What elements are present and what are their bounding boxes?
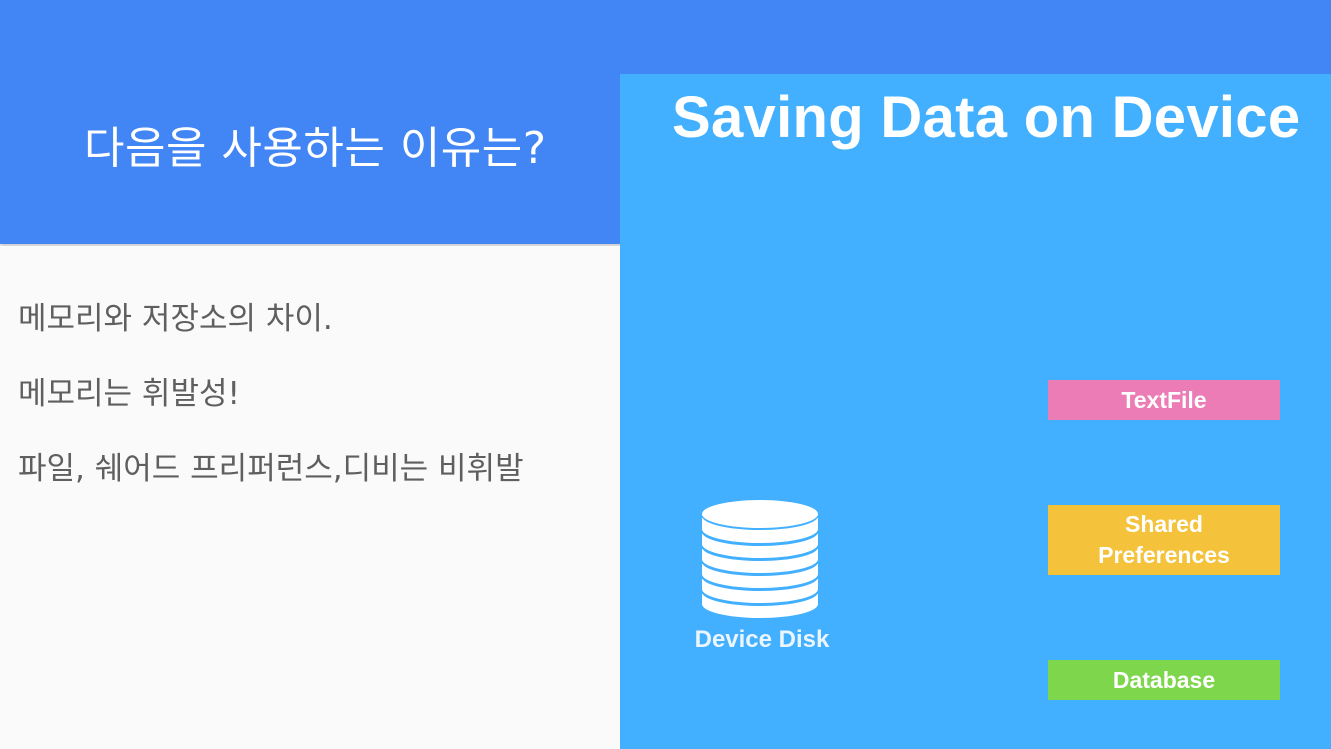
- storage-shared-preferences-label: Shared Preferences: [1098, 511, 1230, 568]
- storage-shared-preferences: Shared Preferences: [1048, 505, 1280, 575]
- bullet-memory-volatile: 메모리는 휘발성!: [18, 376, 240, 412]
- storage-textfile: TextFile: [1048, 380, 1280, 420]
- storage-database-label: Database: [1112, 666, 1216, 693]
- saving-data-illustration: Saving Data on Device Device Disk TextFi…: [620, 74, 1331, 749]
- storage-textfile-label: TextFile: [1121, 386, 1207, 413]
- storage-database: Database: [1048, 660, 1280, 700]
- bullet-nonvolatile-storage: 파일, 쉐어드 프리퍼런스,디비는 비휘발: [18, 451, 524, 487]
- database-icon: [702, 500, 818, 618]
- bullet-memory-vs-storage: 메모리와 저장소의 차이.: [18, 301, 333, 337]
- slide-title: 다음을 사용하는 이유는?: [84, 123, 547, 174]
- illustration-title: Saving Data on Device: [672, 85, 1301, 150]
- device-disk-label: Device Disk: [694, 626, 830, 653]
